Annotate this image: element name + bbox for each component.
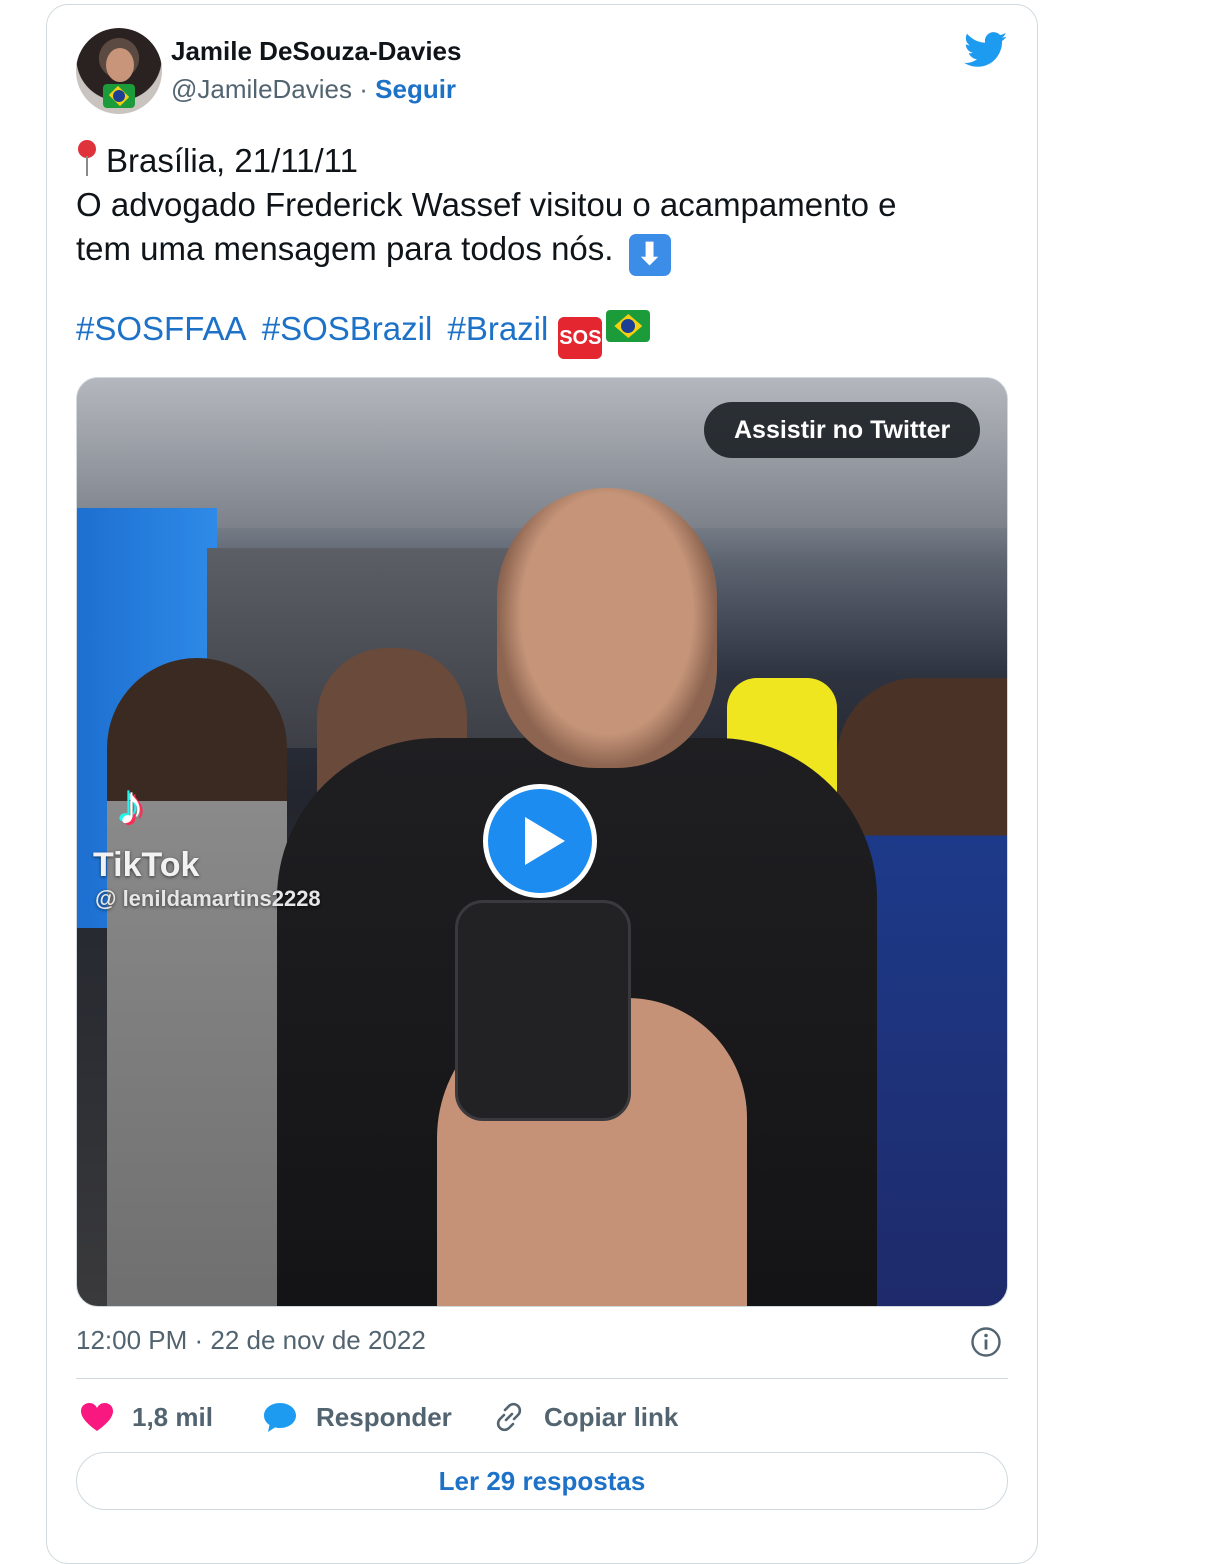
copy-link-label: Copiar link: [544, 1401, 679, 1432]
author-name[interactable]: Jamile DeSouza-Davies: [171, 36, 461, 67]
tiktok-watermark: TikTok: [93, 846, 200, 884]
follow-button[interactable]: Seguir: [375, 74, 456, 104]
separator-dot: ·: [359, 74, 368, 104]
tiktok-username: @ lenildamartins2228: [95, 886, 321, 911]
hashtag-sosffaa[interactable]: #SOSFFAA: [76, 310, 247, 347]
tweet-line-3: tem uma mensagem para todos nós. ⬇: [76, 227, 996, 276]
location-pin-icon: [76, 138, 98, 178]
tweet-location-date: Brasília, 21/11/11: [106, 142, 358, 179]
play-icon: [525, 817, 565, 865]
divider: [76, 1378, 1008, 1379]
speech-bubble-icon: [264, 1403, 296, 1432]
avatar-face: [106, 48, 134, 82]
watch-on-twitter-button[interactable]: Assistir no Twitter: [704, 402, 981, 458]
video-scene-phone: [455, 900, 631, 1121]
play-button[interactable]: [483, 784, 597, 898]
hashtag-sosbrazil[interactable]: #SOSBrazil: [262, 310, 433, 347]
like-button[interactable]: 1,8 mil: [80, 1396, 213, 1438]
video-scene-man-head: [497, 488, 717, 768]
tweet-line-3-text: tem uma mensagem para todos nós.: [76, 230, 614, 267]
author-handle-row: @JamileDavies · Seguir: [171, 74, 456, 105]
reply-button[interactable]: Responder: [262, 1396, 452, 1438]
author-handle[interactable]: @JamileDavies: [171, 74, 352, 104]
tiktok-logo-icon: ♪: [117, 773, 145, 836]
tweet-line-1: Brasília, 21/11/11: [76, 138, 996, 183]
link-icon: [496, 1402, 522, 1432]
sos-icon: SOS: [558, 317, 603, 359]
hashtag-row: #SOSFFAA #SOSBrazil #Brazil SOS: [76, 310, 651, 359]
like-count: 1,8 mil: [132, 1401, 213, 1432]
heart-icon: [81, 1403, 113, 1431]
read-replies-button[interactable]: Ler 29 respostas: [76, 1452, 1008, 1510]
brazil-flag-icon: [103, 84, 135, 108]
tweet-line-2: O advogado Frederick Wassef visitou o ac…: [76, 186, 897, 223]
brazil-flag-icon: [606, 310, 651, 342]
video-player[interactable]: ♪ TikTok @ lenildamartins2228 Assistir n…: [76, 377, 1008, 1307]
tweet-text: Brasília, 21/11/11 O advogado Frederick …: [76, 138, 996, 276]
tweet-timestamp[interactable]: 12:00 PM · 22 de nov de 2022: [76, 1325, 426, 1356]
down-arrow-icon: ⬇: [628, 234, 671, 276]
reply-label: Responder: [316, 1401, 452, 1432]
action-bar: 1,8 mil Responder Copiar link: [76, 1396, 1008, 1438]
twitter-bird-icon[interactable]: [964, 32, 1008, 68]
info-icon[interactable]: [970, 1326, 1002, 1358]
copy-link-button[interactable]: Copiar link: [492, 1396, 678, 1438]
hashtag-brazil[interactable]: #Brazil: [447, 310, 548, 347]
video-scene-person-left: [107, 658, 287, 1306]
